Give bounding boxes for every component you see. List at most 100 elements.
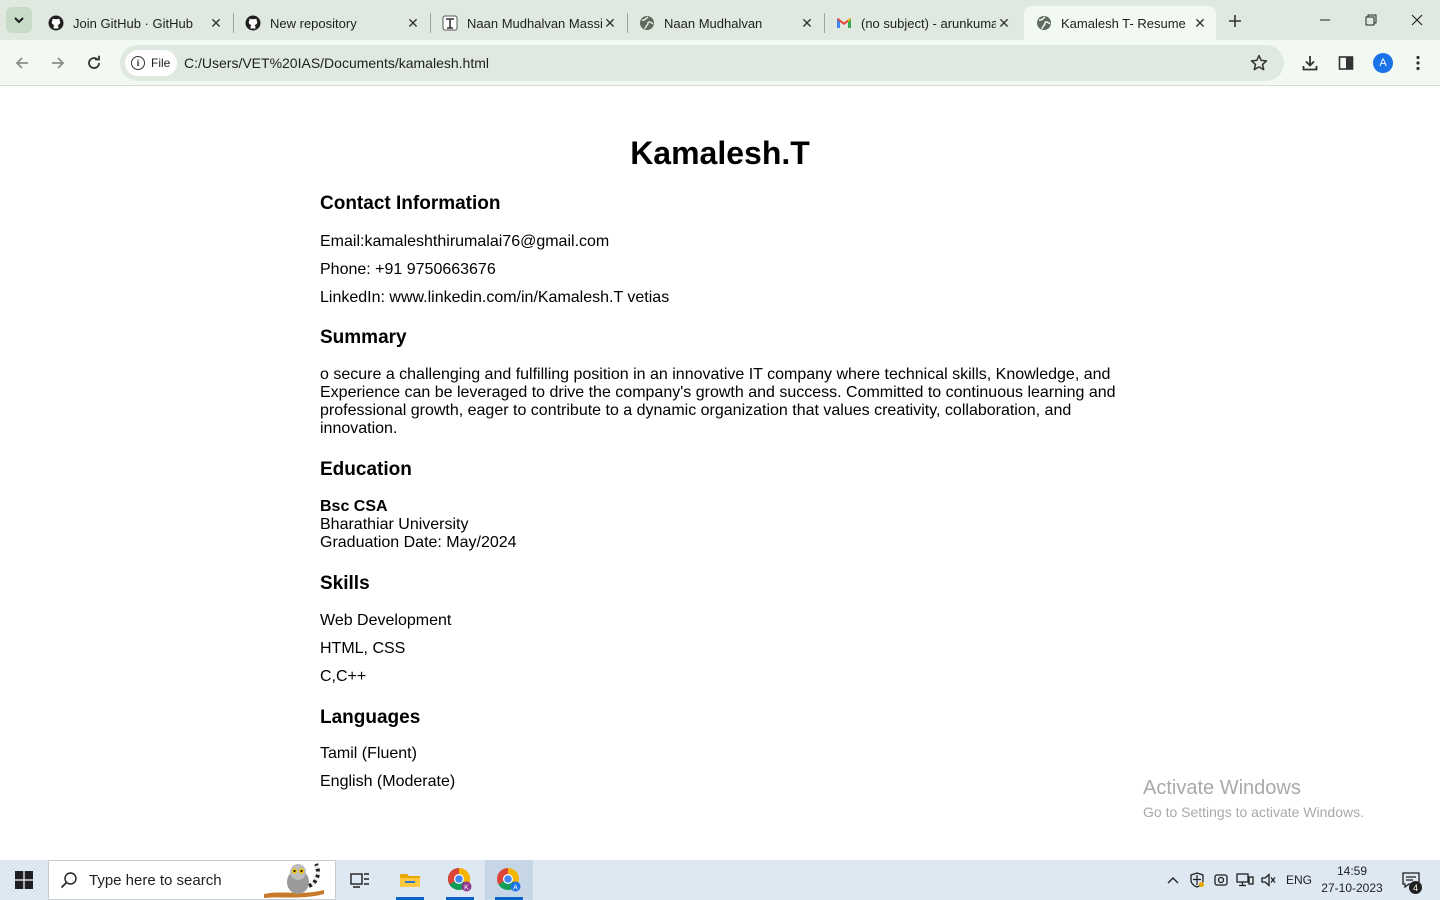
browser-menu-button[interactable] — [1404, 49, 1432, 77]
chrome-icon: K — [448, 868, 472, 892]
meet-now-tray-button[interactable] — [1210, 860, 1232, 900]
restore-button[interactable] — [1348, 0, 1394, 40]
close-tab-icon[interactable]: ✕ — [1192, 15, 1208, 31]
address-bar[interactable]: i File C:/Users/VET%20IAS/Documents/kama… — [120, 45, 1284, 81]
close-tab-icon[interactable]: ✕ — [208, 15, 224, 31]
taskbar: Type here to search K A ENG 14:59 27-10-… — [0, 860, 1440, 900]
education-heading: Education — [320, 459, 412, 480]
tab-new-repository[interactable]: New repository ✕ — [233, 6, 429, 40]
new-tab-button[interactable] — [1222, 8, 1248, 34]
restore-icon — [1365, 14, 1377, 26]
globe-icon — [1036, 15, 1052, 31]
arrow-right-icon — [52, 57, 65, 69]
chevron-down-icon — [14, 17, 24, 24]
bookmark-button[interactable] — [1248, 52, 1270, 74]
clock-time: 14:59 — [1336, 864, 1368, 878]
more-vertical-icon — [1416, 55, 1420, 71]
contact-section: Contact Information Email:kamaleshthirum… — [320, 193, 1120, 307]
globe-icon — [639, 15, 655, 31]
tab-search-button[interactable] — [6, 7, 32, 33]
folder-icon — [400, 874, 420, 887]
tab-strip: Join GitHub · GitHub ✕ New repository ✕ … — [0, 0, 1440, 40]
input-language-indicator[interactable]: ENG — [1283, 860, 1315, 900]
tab-gmail[interactable]: (no subject) - arunkumar ✕ — [824, 6, 1020, 40]
watermark-title: Activate Windows — [1143, 777, 1301, 799]
star-icon — [1250, 54, 1268, 71]
svg-text:K: K — [464, 884, 469, 891]
chevron-up-icon — [1167, 877, 1179, 884]
forward-button[interactable] — [44, 49, 72, 77]
naan-mudhalvan-icon — [442, 15, 458, 31]
contact-heading: Contact Information — [320, 193, 501, 214]
education-entry: Bsc CSA Bharathiar University Graduation… — [320, 498, 1120, 552]
browser-toolbar: i File C:/Users/VET%20IAS/Documents/kama… — [0, 40, 1440, 86]
github-icon — [245, 15, 261, 31]
url-text[interactable]: C:/Users/VET%20IAS/Documents/kamalesh.ht… — [184, 55, 489, 71]
close-icon — [1411, 14, 1423, 26]
contact-linkedin: LinkedIn: www.linkedin.com/in/Kamalesh.T… — [320, 289, 670, 306]
education-graduation: Graduation Date: May/2024 — [320, 534, 517, 551]
skill-item: C,C++ — [320, 668, 367, 685]
education-degree: Bsc CSA — [320, 498, 388, 515]
site-info-label: File — [151, 56, 171, 70]
downloads-button[interactable] — [1296, 49, 1324, 77]
close-window-button[interactable] — [1394, 0, 1440, 40]
side-panel-button[interactable] — [1332, 49, 1360, 77]
summary-section: Summary o secure a challenging and fulfi… — [320, 327, 1120, 438]
chrome-profile-k-button[interactable]: K — [436, 860, 484, 900]
profile-avatar[interactable]: A — [1373, 53, 1393, 73]
contact-email: Email:kamaleshthirumalai76@gmail.com — [320, 233, 610, 250]
reload-button[interactable] — [80, 49, 108, 77]
tab-naan-mudhalvan-mooc[interactable]: Naan Mudhalvan Massive Open Online Cours… — [430, 6, 626, 40]
tab-naan-mudhalvan[interactable]: Naan Mudhalvan ✕ — [627, 6, 823, 40]
svg-text:A: A — [513, 884, 518, 891]
windows-logo-icon — [15, 871, 33, 889]
task-view-button[interactable] — [336, 860, 384, 900]
gmail-icon — [836, 15, 852, 31]
tab-kamalesh-resume[interactable]: Kamalesh T- Resume ✕ — [1024, 6, 1216, 40]
show-hidden-icons-button[interactable] — [1162, 860, 1184, 900]
watermark-subtitle: Go to Settings to activate Windows. — [1143, 804, 1364, 820]
clock-date: 27-10-2023 — [1321, 881, 1383, 895]
security-tray-button[interactable] — [1186, 860, 1208, 900]
speaker-muted-icon — [1261, 873, 1276, 887]
network-tray-button[interactable] — [1234, 860, 1256, 900]
languages-heading: Languages — [320, 707, 421, 728]
tab-label: Naan Mudhalvan Massive Open Online Cours… — [467, 15, 602, 31]
shield-icon — [1190, 872, 1205, 888]
site-info-chip[interactable]: i File — [125, 50, 177, 76]
resume-name: Kamalesh.T — [630, 135, 810, 171]
close-tab-icon[interactable]: ✕ — [799, 15, 815, 31]
tab-label: New repository — [270, 15, 357, 31]
tab-label: (no subject) - arunkumar — [861, 15, 996, 31]
close-tab-icon[interactable]: ✕ — [602, 15, 618, 31]
close-tab-icon[interactable]: ✕ — [996, 15, 1012, 31]
close-tab-icon[interactable]: ✕ — [405, 15, 421, 31]
search-highlight-lemur-image — [262, 860, 326, 900]
plus-icon — [1229, 15, 1241, 27]
tab-label: Kamalesh T- Resume — [1061, 15, 1186, 31]
tab-label: Join GitHub · GitHub — [73, 15, 193, 31]
start-button[interactable] — [0, 860, 48, 900]
volume-tray-button[interactable] — [1257, 860, 1279, 900]
network-icon — [1236, 873, 1254, 887]
education-university: Bharathiar University — [320, 516, 469, 533]
github-icon — [48, 15, 64, 31]
download-icon — [1302, 56, 1318, 71]
arrow-left-icon — [15, 57, 28, 69]
minimize-button[interactable] — [1302, 0, 1348, 40]
chrome-icon: A — [497, 868, 521, 892]
back-button[interactable] — [8, 49, 36, 77]
page-viewport: Kamalesh.T Contact Information Email:kam… — [0, 87, 1440, 860]
taskbar-clock[interactable]: 14:59 27-10-2023 — [1318, 863, 1386, 897]
taskbar-search-placeholder: Type here to search — [89, 871, 222, 889]
notification-count-badge: 4 — [1409, 881, 1422, 894]
file-explorer-button[interactable] — [386, 860, 434, 900]
education-section: Education Bsc CSA Bharathiar University … — [320, 459, 1120, 552]
tab-join-github[interactable]: Join GitHub · GitHub ✕ — [36, 6, 232, 40]
search-icon — [49, 871, 89, 889]
action-center-button[interactable]: 4 — [1396, 860, 1426, 900]
task-view-icon — [350, 873, 369, 888]
contact-phone: Phone: +91 9750663676 — [320, 261, 496, 278]
chrome-profile-a-button[interactable]: A — [485, 860, 533, 900]
